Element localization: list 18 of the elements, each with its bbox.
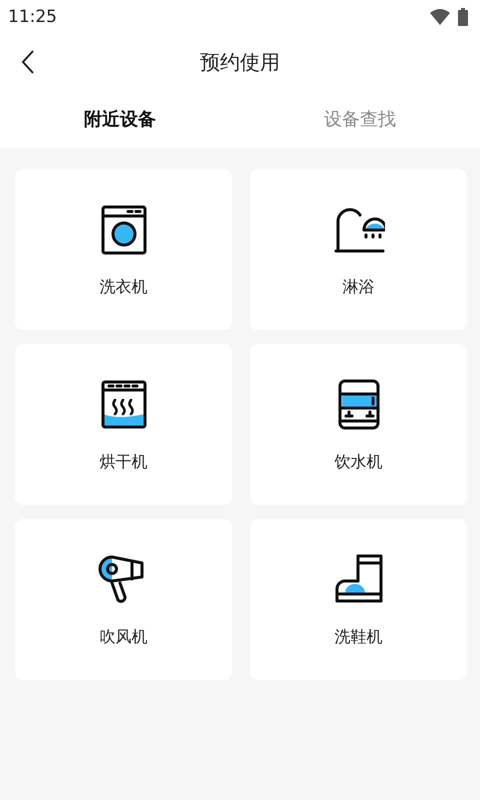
device-card[interactable]: 饮水机 <box>250 344 467 505</box>
device-label: 淋浴 <box>342 277 374 298</box>
shoe-icon <box>332 553 384 605</box>
device-card[interactable]: 洗衣机 <box>15 169 232 330</box>
device-label: 洗鞋机 <box>334 627 382 648</box>
device-label: 烘干机 <box>100 452 148 473</box>
wifi-icon <box>430 9 450 25</box>
device-card[interactable]: 烘干机 <box>15 344 232 505</box>
device-label: 饮水机 <box>334 452 382 473</box>
status-time: 11:25 <box>8 7 57 27</box>
back-icon <box>21 49 35 75</box>
battery-icon <box>458 8 468 26</box>
device-card[interactable]: 洗鞋机 <box>250 519 467 680</box>
device-card[interactable]: 吹风机 <box>15 519 232 680</box>
device-label: 吹风机 <box>100 627 148 648</box>
device-label: 洗衣机 <box>100 277 148 298</box>
page-title: 预约使用 <box>200 48 280 76</box>
device-card[interactable]: 淋浴 <box>250 169 467 330</box>
